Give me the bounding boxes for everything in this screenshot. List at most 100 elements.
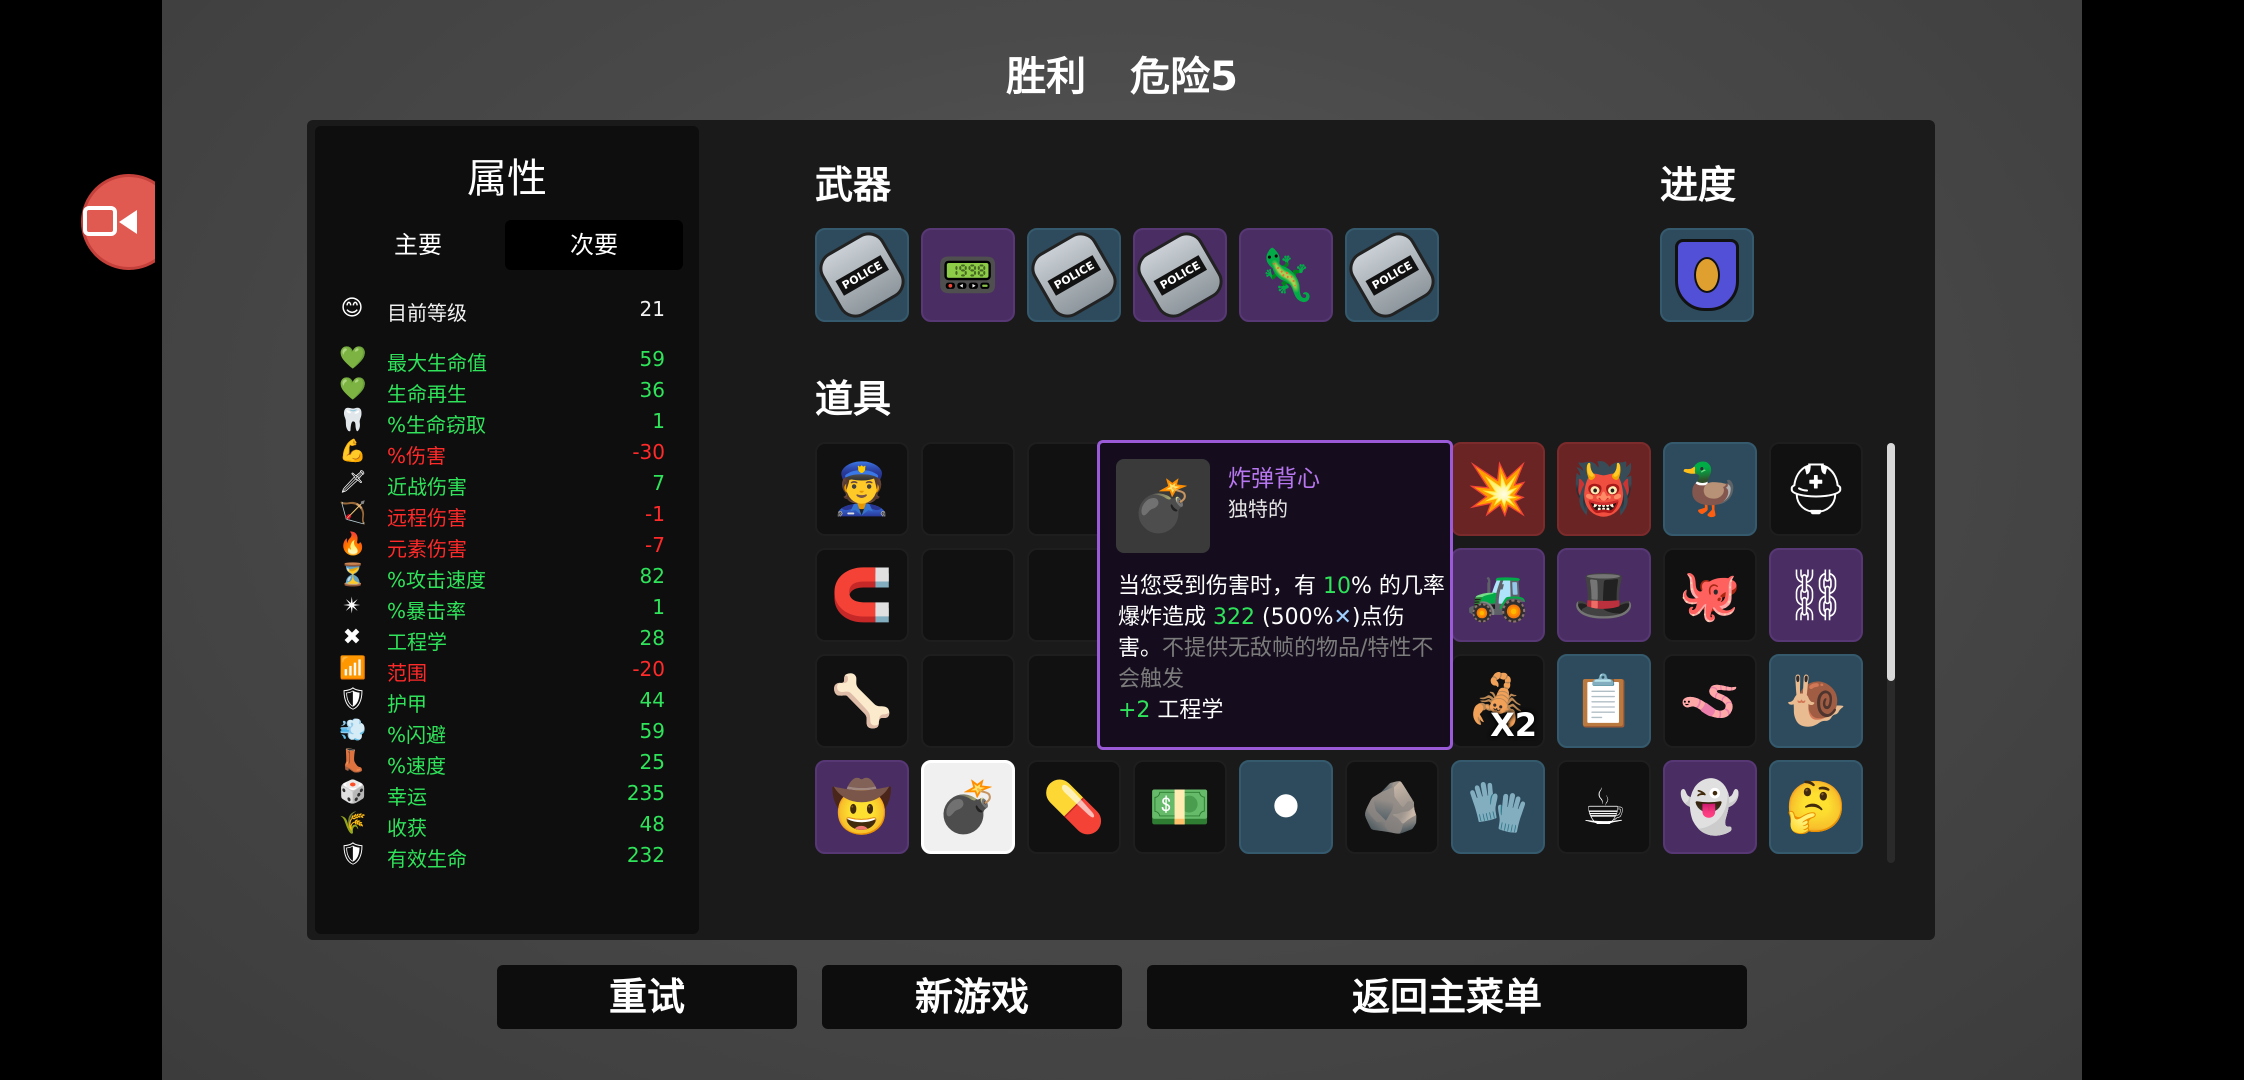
stat-label: 最大生命值 [387, 351, 487, 375]
glove-icon: 🧤 [1466, 777, 1530, 836]
item-slot[interactable]: 🎩 [1557, 548, 1651, 642]
desc-text: 当您受到伤害时，有 [1118, 574, 1323, 599]
item-slot[interactable]: 🧤 [1451, 760, 1545, 854]
item-slot[interactable]: ⛑ [1769, 442, 1863, 536]
stat-row[interactable]: 💚 生命再生 36 [339, 375, 665, 406]
progress-title: 进度 [1660, 163, 1737, 207]
item-slot[interactable]: 💊 [1027, 760, 1121, 854]
item-slot[interactable]: 🧲 [815, 548, 909, 642]
stat-row[interactable]: 🔥 元素伤害 -7 [339, 530, 665, 561]
stat-label: %暴击率 [387, 599, 467, 623]
stat-row[interactable]: ✖ 工程学 28 [339, 623, 665, 654]
tooltip-item-rarity: 独特的 [1228, 497, 1288, 521]
demon-mask-icon: 👹 [1572, 459, 1636, 518]
stat-value: 59 [639, 719, 665, 743]
stat-value: 1 [652, 409, 665, 433]
stat-row[interactable]: 📶 范围 -20 [339, 654, 665, 685]
item-slot[interactable]: 📟 [921, 228, 1015, 322]
item-slot[interactable]: 🪨 [1345, 760, 1439, 854]
desc-damage-value: 322 [1213, 605, 1255, 630]
stat-row[interactable]: 🎲 幸运 235 [339, 778, 665, 809]
stat-value: 25 [639, 750, 665, 774]
range-icon: 📶 [339, 656, 367, 681]
shield-heart-icon: 🛡 [339, 842, 367, 867]
stat-row[interactable]: 💪 %伤害 -30 [339, 437, 665, 468]
stat-value: 21 [639, 297, 665, 321]
danger-label: 危险5 [1130, 54, 1238, 100]
shield-icon: 🛡 [339, 687, 367, 712]
item-slot[interactable]: 💥 [1451, 442, 1545, 536]
stat-row[interactable]: 💚 最大生命值 59 [339, 344, 665, 375]
stat-row[interactable]: ⏳ %攻击速度 82 [339, 561, 665, 592]
riot-shield-icon: POLICE [1135, 230, 1225, 320]
stat-row[interactable]: 🦷 %生命窃取 1 [339, 406, 665, 437]
purple-ghost-icon: 👻 [1678, 777, 1742, 836]
worm-icon: 🪱 [1678, 671, 1742, 730]
stat-row[interactable]: 🏹 远程伤害 -1 [339, 499, 665, 530]
item-slot[interactable]: 💵 [1133, 760, 1227, 854]
item-slot[interactable]: 🐙 [1663, 548, 1757, 642]
stat-row[interactable]: 🗡 近战伤害 7 [339, 468, 665, 499]
stat-row[interactable]: 🛡 护甲 44 [339, 685, 665, 716]
stat-value: -20 [632, 657, 665, 681]
item-slot[interactable]: ☕ [1557, 760, 1651, 854]
item-slot[interactable]: 👹 [1557, 442, 1651, 536]
item-slot[interactable]: 🦆 [1663, 442, 1757, 536]
stat-row[interactable]: ✴ %暴击率 1 [339, 592, 665, 623]
video-record-icon[interactable] [81, 174, 155, 270]
dice-icon: 🎲 [339, 780, 367, 805]
item-slot[interactable]: POLICE [1133, 228, 1227, 322]
item-slot[interactable]: 🤔 [1769, 760, 1863, 854]
item-slot[interactable] [921, 442, 1015, 536]
item-slot[interactable]: 👻 [1663, 760, 1757, 854]
item-slot[interactable]: 🦴 [815, 654, 909, 748]
items-scrollbar-thumb[interactable] [1887, 443, 1895, 681]
stats-title: 属性 [467, 156, 547, 202]
new-game-button[interactable]: 新游戏 [822, 965, 1122, 1029]
item-slot[interactable]: ⚫ [1239, 760, 1333, 854]
stat-value: 36 [639, 378, 665, 402]
item-slot[interactable]: 🪱 [1663, 654, 1757, 748]
stat-row[interactable]: 🌾 收获 48 [339, 809, 665, 840]
item-slot[interactable]: 📋 [1557, 654, 1651, 748]
item-slot[interactable]: POLICE [815, 228, 909, 322]
main-menu-button[interactable]: 返回主菜单 [1147, 965, 1747, 1029]
stat-row[interactable]: 👢 %速度 25 [339, 747, 665, 778]
bowler-hat-icon: 🎩 [1572, 565, 1636, 624]
flame-icon: 🔥 [339, 532, 367, 557]
stat-value: 1 [652, 595, 665, 619]
stat-label: 远程伤害 [387, 506, 467, 530]
retry-button[interactable]: 重试 [497, 965, 797, 1029]
wrench-cross-icon: ✖ [342, 625, 362, 650]
items-title: 道具 [815, 377, 892, 421]
stat-value: 82 [639, 564, 665, 588]
item-slot[interactable] [921, 548, 1015, 642]
horseshoe-icon: 🧲 [830, 565, 894, 624]
item-slot[interactable]: 🚜 [1451, 548, 1545, 642]
tab-primary-stats[interactable]: 主要 [329, 220, 507, 270]
muscle-icon: 💪 [339, 439, 367, 464]
stat-value: -7 [645, 533, 665, 557]
item-slot[interactable]: 🦎 [1239, 228, 1333, 322]
item-slot[interactable]: 🐌 [1769, 654, 1863, 748]
item-slot[interactable] [921, 654, 1015, 748]
rock-arrow-icon: 🪨 [1360, 777, 1424, 836]
snail-icon: 🐌 [1784, 671, 1848, 730]
stat-row[interactable]: 🛡 有效生命 232 [339, 840, 665, 871]
item-slot[interactable]: ⛓ [1769, 548, 1863, 642]
item-slot[interactable]: 🦂 X2 [1451, 654, 1545, 748]
item-slot[interactable]: 💣 [921, 760, 1015, 854]
banknote-icon: 💵 [1148, 777, 1212, 836]
stat-row[interactable]: 💨 %闪避 59 [339, 716, 665, 747]
tab-secondary-stats[interactable]: 次要 [505, 220, 683, 270]
item-slot[interactable]: POLICE [1027, 228, 1121, 322]
item-slot[interactable] [1660, 228, 1754, 322]
duck-icon: 🦆 [1678, 459, 1742, 518]
stat-value: 235 [626, 781, 665, 805]
emoji-face-icon: 😊 [340, 296, 364, 321]
stat-value: 7 [652, 471, 665, 495]
item-slot[interactable]: 👮 [815, 442, 909, 536]
item-slot[interactable]: POLICE [1345, 228, 1439, 322]
item-slot[interactable]: 🤠 [815, 760, 909, 854]
red-creature-icon: 🐙 [1678, 565, 1742, 624]
